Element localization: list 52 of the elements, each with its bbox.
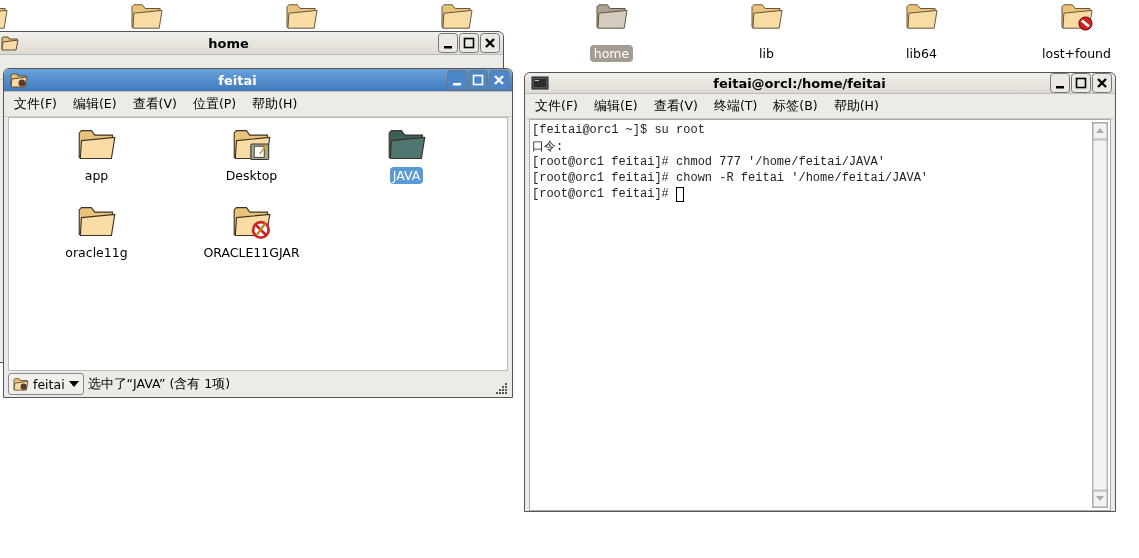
folder-icon: [1, 35, 19, 51]
folder-icon[interactable]: [594, 1, 629, 31]
terminal-line: [root@orc1 feitai]# chown -R feitai '/home/feitai/JAVA': [532, 171, 929, 185]
icon-label[interactable]: lost+found: [1038, 45, 1115, 62]
folder-icon[interactable]: [284, 1, 319, 31]
menu-item[interactable]: 终端(T): [713, 97, 758, 115]
folder-icon: [13, 377, 29, 391]
resize-grip[interactable]: [496, 383, 508, 395]
location-button[interactable]: feitai: [8, 373, 84, 395]
terminal-line: 口令:: [532, 138, 564, 155]
status-text: 选中了“JAVA” (含有 1项): [87, 375, 232, 393]
window-title: feitai: [217, 72, 258, 88]
file-label[interactable]: Desktop: [222, 167, 281, 184]
terminal-line: [root@orc1 feitai]#: [532, 187, 670, 201]
icon-label[interactable]: lib: [755, 45, 778, 62]
menu-item[interactable]: 编辑(E): [593, 97, 638, 115]
maximize-button[interactable]: [459, 33, 479, 53]
close-button[interactable]: [480, 33, 500, 53]
text-cursor: [676, 186, 685, 202]
menu-item[interactable]: 标签(B): [773, 97, 818, 115]
title-bar[interactable]: feitai@orcl:/home/feitai: [525, 73, 1115, 94]
menu-item[interactable]: 帮助(H): [833, 97, 879, 115]
title-bar[interactable]: home: [0, 32, 503, 55]
minimize-button[interactable]: [438, 33, 458, 53]
file-label[interactable]: app: [81, 167, 112, 184]
folder-icon[interactable]: [1059, 1, 1094, 31]
menu-item[interactable]: 查看(V): [653, 97, 698, 115]
folder-icon[interactable]: [129, 1, 164, 31]
minimize-button[interactable]: [1050, 73, 1070, 93]
caret-icon: [68, 381, 79, 387]
window-title: feitai@orcl:/home/feitai: [712, 75, 887, 91]
icon-label[interactable]: lib64: [902, 45, 941, 62]
folder-icon: [10, 72, 28, 88]
file-label[interactable]: oracle11g: [62, 244, 131, 261]
window-title: home: [207, 35, 250, 51]
menu-item[interactable]: 文件(F): [14, 95, 57, 113]
terminal-icon: [531, 75, 549, 91]
menu-item[interactable]: 文件(F): [535, 97, 578, 115]
maximize-button[interactable]: [1071, 73, 1091, 93]
folder-icon[interactable]: [439, 1, 474, 31]
scrollbar[interactable]: [1092, 122, 1108, 508]
close-button[interactable]: [1092, 73, 1112, 93]
terminal-line: [root@orc1 feitai]# chmod 777 '/home/feitai/JAVA': [532, 155, 885, 169]
file-label[interactable]: ORACLE11GJAR: [200, 244, 303, 261]
menu-item[interactable]: 查看(V): [132, 95, 177, 113]
folder-icon[interactable]: [749, 1, 784, 31]
folder-icon[interactable]: [904, 1, 939, 31]
menu-item[interactable]: 位置(P): [192, 95, 237, 113]
terminal-line: [feitai@orc1 ~]$ su root: [532, 123, 705, 137]
terminal-screen[interactable]: [feitai@orc1 ~]$ su root 口令: [root@orc1 feitai]# chmod 777 '/home/feitai/JAVA' [root@orc1 feitai]# chown -R feitai '/home/feitai/JAVA' [root@orc1 feitai]#: [529, 119, 1111, 511]
menu-item[interactable]: 帮助(H): [252, 95, 298, 113]
menu-item[interactable]: 编辑(E): [72, 95, 117, 113]
